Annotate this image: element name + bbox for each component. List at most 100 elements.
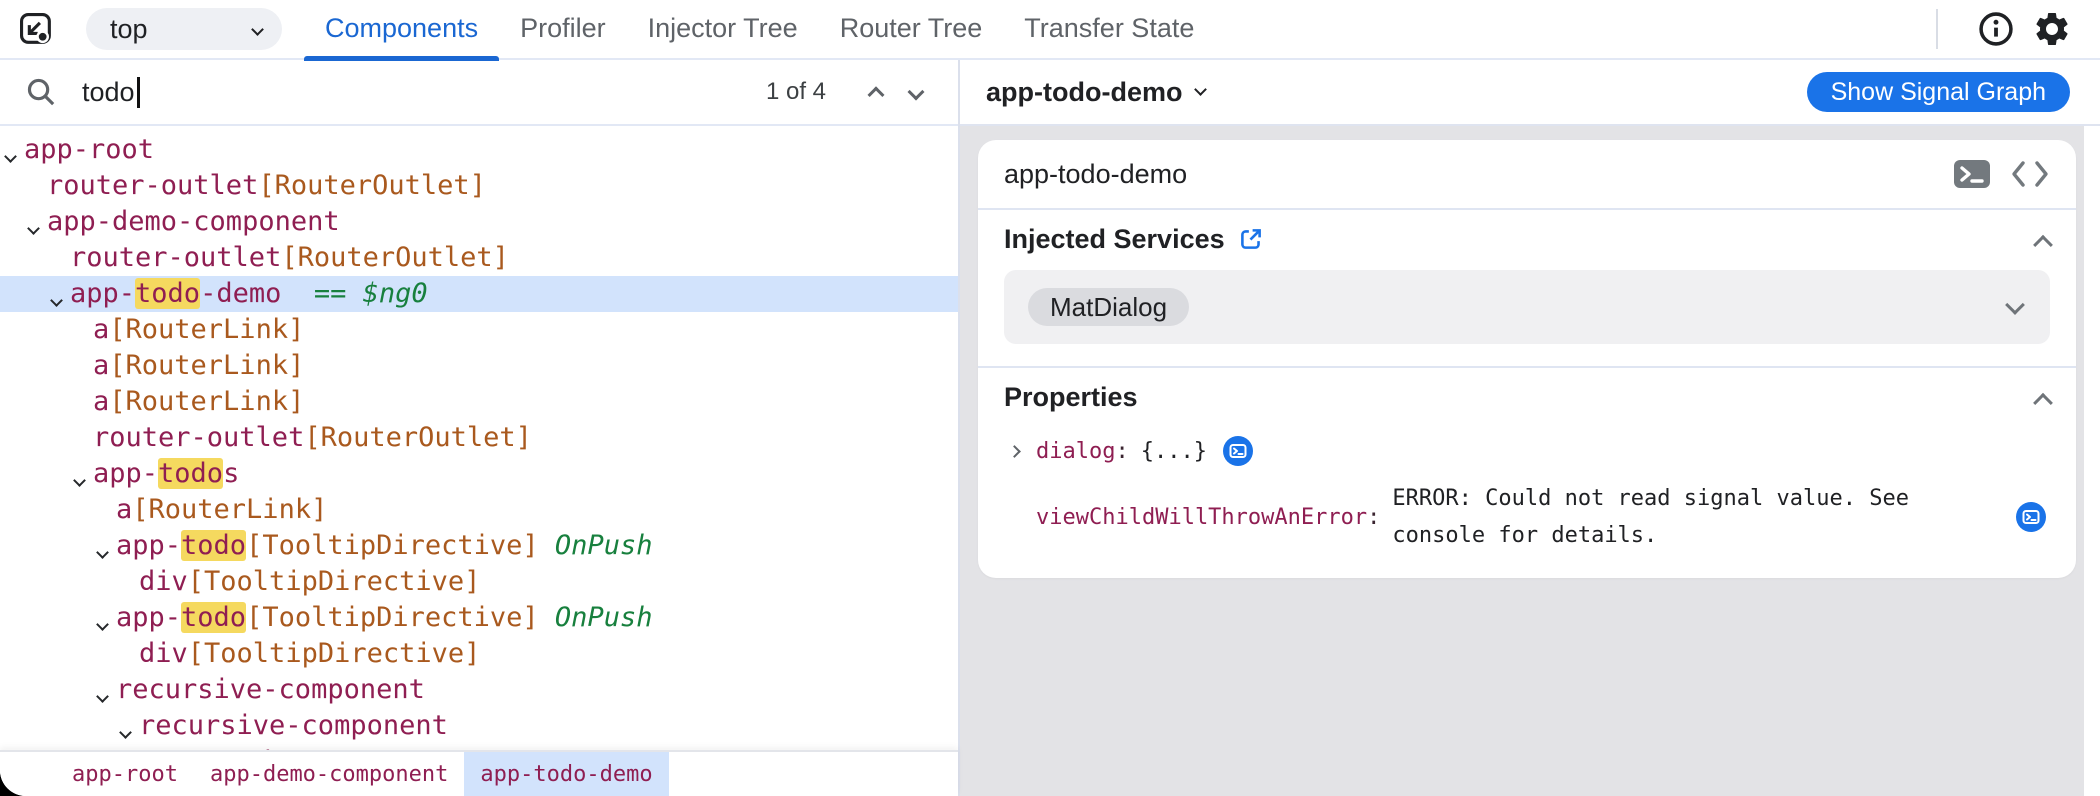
tree-node-text: todo xyxy=(158,458,224,489)
breadcrumb: app-root app-demo-component app-todo-demo xyxy=(0,750,958,796)
tree-node-text: a xyxy=(116,494,133,525)
breadcrumb-item-app-root[interactable]: app-root xyxy=(56,752,194,796)
tree-node-text: app- xyxy=(70,278,136,309)
tree-node-text: [TooltipDirective] xyxy=(246,530,539,561)
tree-row[interactable]: router-outlet[RouterOutlet] xyxy=(0,420,958,456)
tree-row[interactable]: a[RouterLink] xyxy=(0,492,958,528)
tree-row[interactable]: app-todo[TooltipDirective] OnPush xyxy=(0,600,958,636)
injected-services-header: Injected Services xyxy=(978,210,2076,268)
tab-components[interactable]: Components xyxy=(304,0,500,61)
tab-profiler[interactable]: Profiler xyxy=(499,0,627,59)
frame-selector[interactable]: top xyxy=(86,8,282,50)
frame-selector-value: top xyxy=(110,13,148,44)
tree-node-text: a xyxy=(93,386,110,417)
tree-node-text: == xyxy=(281,278,363,309)
tree-node-text: [RouterOutlet] xyxy=(258,170,486,201)
property-row-dialog[interactable]: dialog: {...} xyxy=(1008,428,2050,474)
chevron-up-icon[interactable] xyxy=(856,72,896,112)
tab-injector-tree[interactable]: Injector Tree xyxy=(627,0,819,59)
property-row-viewChildWillThrowAnError[interactable]: viewChildWillThrowAnError: ERROR: Could n… xyxy=(1010,480,2050,554)
tree-node-text: a xyxy=(93,314,110,345)
tree-node-text: todo xyxy=(181,602,247,633)
angular-devtools-window: top Components Profiler Injector Tree Route… xyxy=(0,0,2100,796)
search-input[interactable]: todo xyxy=(82,76,766,108)
text-caret xyxy=(136,76,140,108)
tree-node-text: recursive-component xyxy=(139,710,448,741)
tree-node-text: router-outlet xyxy=(93,422,305,453)
tree-row[interactable]: a[RouterLink] xyxy=(0,348,958,384)
code-icon[interactable] xyxy=(2010,159,2050,189)
tree-node-text: -demo xyxy=(200,278,282,309)
tree-row[interactable]: app-todos xyxy=(0,456,958,492)
property-name: viewChildWillThrowAnError xyxy=(1036,504,1368,530)
chevron-down-icon[interactable] xyxy=(1194,82,1208,96)
tree-node-text: router-outlet xyxy=(47,170,259,201)
scrollbar-track[interactable] xyxy=(2084,126,2100,796)
component-card-header: app-todo-demo xyxy=(978,140,2076,210)
tree-row[interactable]: a[RouterLink] xyxy=(0,312,958,348)
tree-node-text: router-outlet xyxy=(70,242,282,273)
property-value: {...} xyxy=(1140,438,1207,464)
properties-title: Properties xyxy=(1004,381,1138,412)
tree-row[interactable]: app-demo-component xyxy=(0,204,958,240)
properties-list: dialog: {...} viewChildWillThrowAnError: ER… xyxy=(978,426,2076,578)
terminal-circle-icon[interactable] xyxy=(1221,434,1255,468)
info-icon[interactable] xyxy=(1972,5,2020,53)
tree-node-text: recursive-component xyxy=(116,674,425,705)
tab-router-tree[interactable]: Router Tree xyxy=(819,0,1004,59)
external-link-icon[interactable] xyxy=(1237,225,1265,253)
inspect-element-icon[interactable] xyxy=(16,9,56,49)
tree-row[interactable]: div[TooltipDirective] xyxy=(0,564,958,600)
property-colon: : xyxy=(1115,438,1129,464)
tree-row[interactable]: recursive-component xyxy=(0,672,958,708)
tree-row[interactable]: app-todo-demo == $ng0 xyxy=(0,276,958,312)
tree-node-text: [RouterOutlet] xyxy=(281,242,509,273)
terminal-circle-icon[interactable] xyxy=(2014,500,2048,534)
details-panel: app-todo-demo Show Signal Graph app-todo… xyxy=(960,60,2100,796)
tree-node-text: s xyxy=(223,458,240,489)
breadcrumb-item-app-todo-demo[interactable]: app-todo-demo xyxy=(464,752,669,796)
chevron-up-icon[interactable] xyxy=(2033,392,2053,413)
service-chip[interactable]: MatDialog xyxy=(1028,288,1190,326)
injected-services-title: Injected Services xyxy=(1004,223,1225,254)
chevron-down-icon[interactable] xyxy=(896,72,936,112)
tree-node-text: div xyxy=(139,566,188,597)
component-card: app-todo-demo Injected Services MatDialo… xyxy=(978,140,2076,578)
search-icon xyxy=(24,75,58,109)
chevron-up-icon[interactable] xyxy=(2033,234,2053,255)
tree-row[interactable]: div[TooltipDirective] xyxy=(0,636,958,672)
component-card-title: app-todo-demo xyxy=(1004,158,1188,189)
tree-node-text: app-root xyxy=(24,134,155,165)
tree-row[interactable]: router-outlet[RouterOutlet] xyxy=(0,240,958,276)
details-header: app-todo-demo Show Signal Graph xyxy=(960,60,2100,126)
search-bar: todo 1 of 4 xyxy=(0,60,958,126)
injected-services-box: MatDialog xyxy=(1004,270,2050,344)
tree-node-text: app-demo-component xyxy=(47,206,340,237)
tree-row[interactable]: a[RouterLink] xyxy=(0,384,958,420)
search-result-count: 1 of 4 xyxy=(765,78,826,105)
tree-row[interactable]: recursive-component xyxy=(0,708,958,744)
tree-row[interactable]: app-root xyxy=(0,132,958,168)
breadcrumb-item-app-demo-component[interactable]: app-demo-component xyxy=(194,752,464,796)
properties-header: Properties xyxy=(978,368,2076,426)
tree-node-text: app- xyxy=(116,530,182,561)
selected-component-title[interactable]: app-todo-demo xyxy=(986,77,1182,108)
gear-icon[interactable] xyxy=(2028,5,2076,53)
tab-transfer-state[interactable]: Transfer State xyxy=(1003,0,1215,59)
tree-row[interactable]: router-outlet[RouterOutlet] xyxy=(0,168,958,204)
tree-row[interactable]: app-todo[TooltipDirective] OnPush xyxy=(0,528,958,564)
terminal-icon[interactable] xyxy=(1952,158,1992,190)
tree-node-text: app- xyxy=(116,602,182,633)
tree-node-text: [TooltipDirective] xyxy=(187,566,481,597)
details-content: app-todo-demo Injected Services MatDialo… xyxy=(960,126,2100,796)
tree-node-text: div xyxy=(139,638,188,669)
chevron-down-icon xyxy=(251,22,264,36)
tree-node-text: OnPush xyxy=(538,602,653,633)
toolbar-right xyxy=(1936,5,2100,53)
chevron-right-icon[interactable] xyxy=(1008,444,1036,458)
tree-node-text: [RouterOutlet] xyxy=(304,422,532,453)
property-colon: : xyxy=(1367,504,1381,530)
search-input-value: todo xyxy=(82,76,135,107)
show-signal-graph-button[interactable]: Show Signal Graph xyxy=(1806,72,2070,112)
chevron-down-icon[interactable] xyxy=(2005,295,2025,315)
